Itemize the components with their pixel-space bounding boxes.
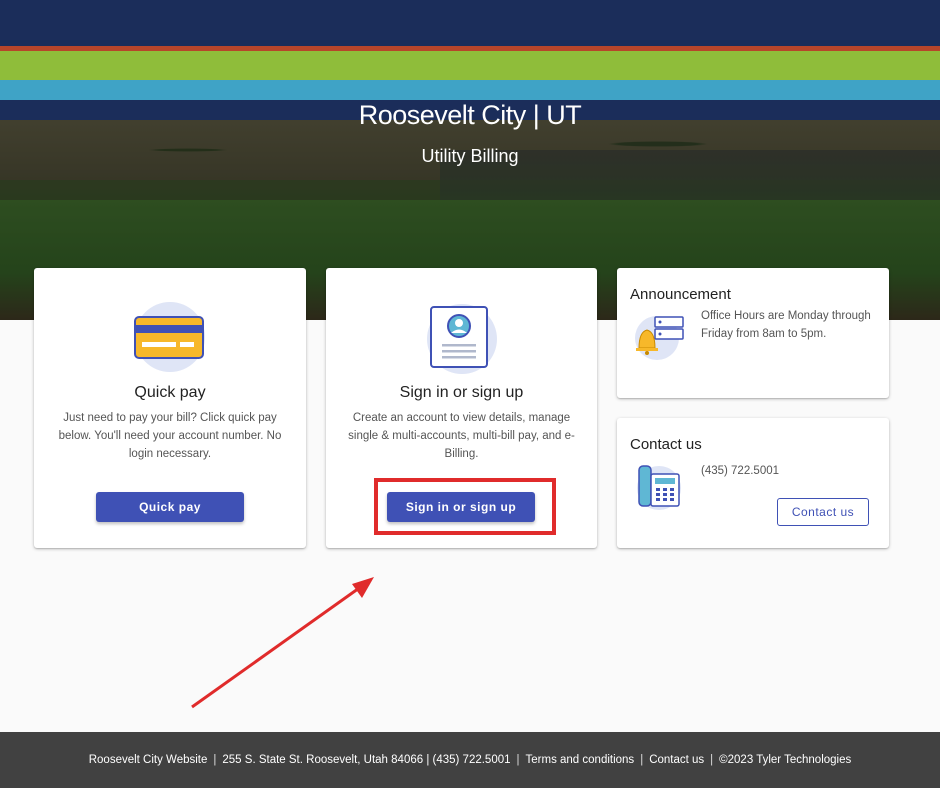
page-title: Roosevelt City | UT xyxy=(358,100,582,130)
sign-in-title: Sign in or sign up xyxy=(399,384,524,401)
quick-pay-description: Just need to pay your bill? Click quick … xyxy=(58,412,282,460)
user-profile-document-icon xyxy=(430,306,488,368)
page-subtitle: Utility Billing xyxy=(421,146,519,166)
sign-in-description: Create an account to view details, manag… xyxy=(348,412,575,460)
header-stripe-blue xyxy=(0,80,940,100)
header-stripe-navy xyxy=(0,0,940,46)
footer-copyright: ©2023 Tyler Technologies xyxy=(719,754,852,766)
quick-pay-card: Quick pay Just need to pay your bill? Cl… xyxy=(34,268,306,548)
highlight-box xyxy=(374,478,556,535)
quick-pay-button[interactable]: Quick pay xyxy=(96,492,244,522)
announcement-card: Announcement Office Hours are Monday thr… xyxy=(617,268,889,398)
desk-phone-icon xyxy=(637,465,681,510)
footer: Roosevelt City Website | 255 S. State St… xyxy=(0,732,940,788)
contact-phone: (435) 722.5001 xyxy=(701,465,780,477)
footer-address: 255 S. State St. Roosevelt, Utah 84066 |… xyxy=(222,754,511,766)
quick-pay-title: Quick pay xyxy=(134,384,206,401)
contact-title: Contact us xyxy=(630,436,702,453)
footer-terms-link[interactable]: Terms and conditions xyxy=(526,754,635,766)
header-stripe-green xyxy=(0,51,940,80)
footer-contact-link[interactable]: Contact us xyxy=(649,754,704,766)
bell-announcement-icon xyxy=(635,316,684,360)
footer-website-link[interactable]: Roosevelt City Website xyxy=(89,754,208,766)
credit-card-icon xyxy=(134,316,204,359)
announcement-text: Office Hours are Monday through Friday f… xyxy=(701,310,871,340)
announcement-title: Announcement xyxy=(630,286,731,303)
contact-card: Contact us (435) 722.5001 Contact us xyxy=(617,418,889,548)
contact-us-button[interactable]: Contact us xyxy=(777,498,869,526)
